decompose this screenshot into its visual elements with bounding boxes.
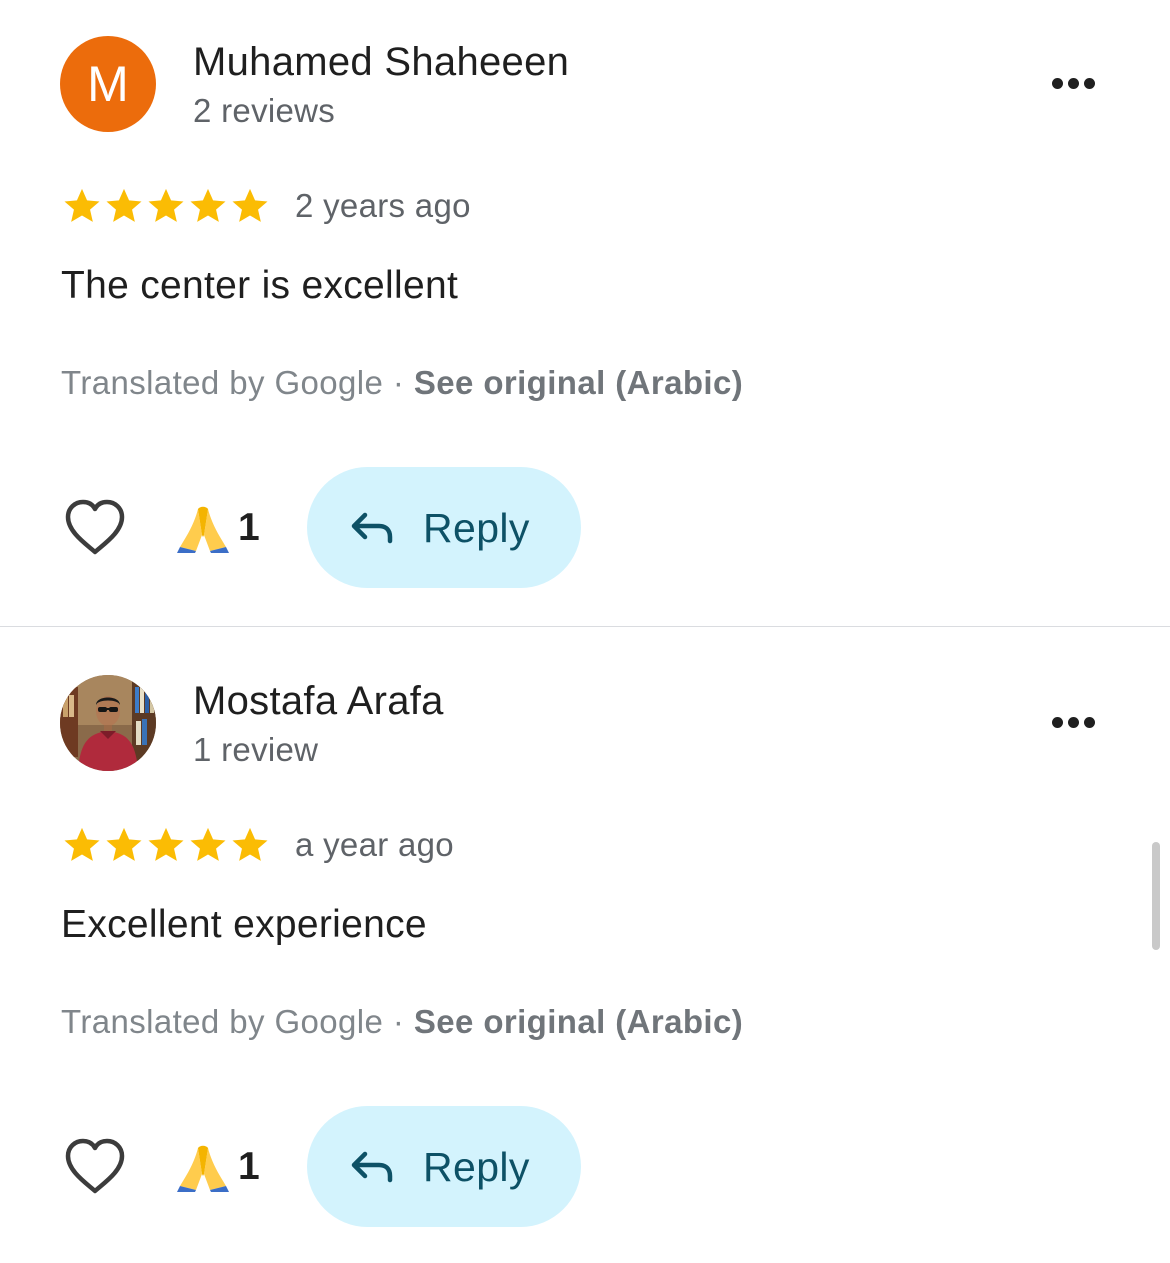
more-options-button[interactable] (1040, 60, 1106, 106)
more-dot (1067, 716, 1079, 728)
review-text: The center is excellent (61, 264, 459, 307)
like-button[interactable] (62, 1135, 128, 1199)
star-icon (103, 185, 145, 227)
star-icon (61, 824, 103, 866)
more-dot (1083, 716, 1095, 728)
reply-arrow-icon (349, 505, 395, 549)
reply-button[interactable]: Reply (307, 467, 581, 588)
reaction-count: 1 (238, 1145, 260, 1188)
heart-icon (65, 1138, 125, 1194)
more-options-button[interactable] (1040, 699, 1106, 745)
reaction-count: 1 (238, 506, 260, 549)
reply-arrow-icon (349, 1144, 395, 1188)
heart-icon (65, 499, 125, 555)
reply-button[interactable]: Reply (307, 1106, 581, 1227)
folded-hands-icon (176, 1142, 230, 1192)
more-dots-icon (1051, 77, 1063, 89)
translated-by-label: Translated by Google · (61, 364, 414, 401)
review-card: Mostafa Arafa 1 review a year ago Excell… (0, 639, 1170, 1259)
reply-label: Reply (423, 505, 530, 551)
review-card: M Muhamed Shaheeen 2 reviews 2 years ago… (0, 0, 1170, 627)
star-icon (229, 185, 271, 227)
like-button[interactable] (62, 496, 128, 560)
reaction-summary[interactable]: 1 (176, 1141, 260, 1193)
star-icon (61, 185, 103, 227)
review-divider (0, 626, 1170, 627)
author-name[interactable]: Muhamed Shaheeen (193, 40, 569, 85)
avatar[interactable]: M (60, 36, 156, 132)
see-original-link[interactable]: See original (Arabic) (414, 1003, 743, 1040)
star-icon (187, 185, 229, 227)
author-review-count: 1 review (193, 731, 319, 768)
scrollbar[interactable] (1152, 842, 1160, 950)
star-icon (145, 824, 187, 866)
translated-by-label: Translated by Google · (61, 1003, 414, 1040)
more-dots-icon (1051, 716, 1063, 728)
star-rating (61, 824, 271, 866)
translation-note: Translated by Google · See original (Ara… (61, 364, 743, 402)
star-icon (187, 824, 229, 866)
translation-note: Translated by Google · See original (Ara… (61, 1003, 743, 1041)
avatar[interactable] (60, 675, 156, 771)
author-name[interactable]: Mostafa Arafa (193, 679, 444, 724)
see-original-link[interactable]: See original (Arabic) (414, 364, 743, 401)
star-icon (103, 824, 145, 866)
reply-label: Reply (423, 1144, 530, 1190)
star-icon (145, 185, 187, 227)
star-icon (229, 824, 271, 866)
author-review-count: 2 reviews (193, 92, 336, 129)
star-rating (61, 185, 271, 227)
more-dot (1083, 77, 1095, 89)
review-text: Excellent experience (61, 903, 427, 946)
review-time: a year ago (295, 826, 454, 863)
folded-hands-icon (176, 503, 230, 553)
more-dot (1067, 77, 1079, 89)
review-time: 2 years ago (295, 187, 471, 224)
reaction-summary[interactable]: 1 (176, 502, 260, 554)
